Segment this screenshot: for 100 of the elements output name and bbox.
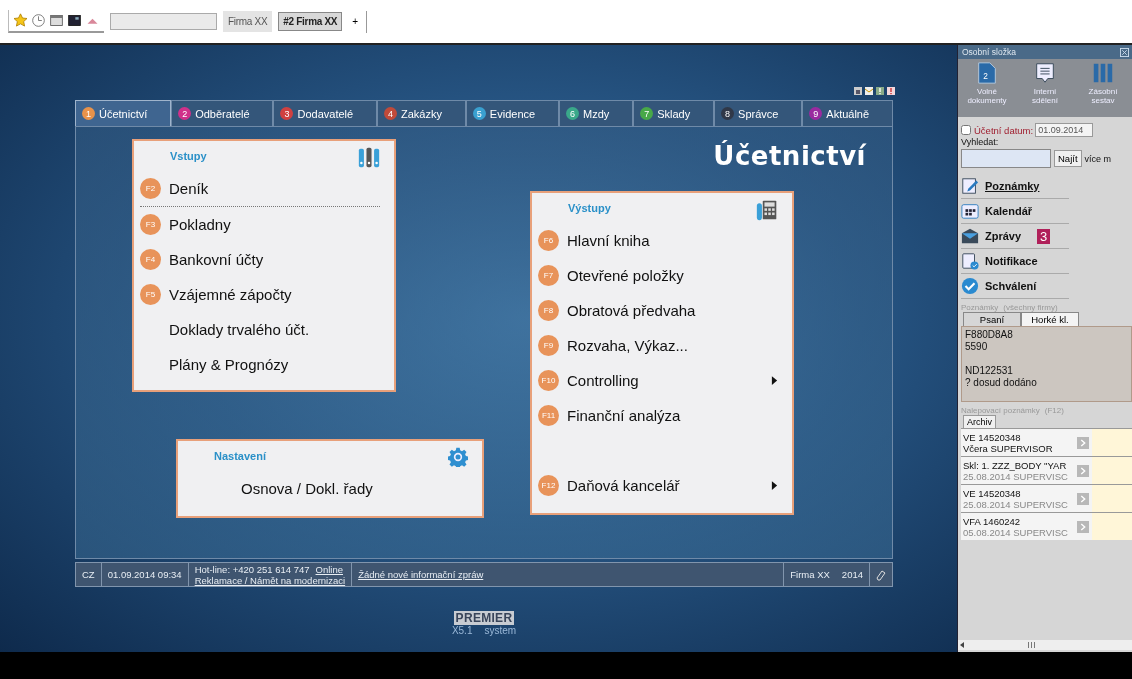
menu-item[interactable]: Deník xyxy=(169,180,380,197)
panel-link[interactable]: Zprávy xyxy=(985,230,1022,242)
notes-text[interactable]: F880D8A8 5590 ND122531 ? dosud dodáno xyxy=(961,326,1132,402)
panel-link[interactable]: Poznámky xyxy=(985,180,1040,192)
scrollbar[interactable] xyxy=(958,640,1132,650)
menu-item[interactable]: Doklady trvalého účt. xyxy=(169,321,380,338)
module-tab[interactable]: 3 Dodavatelé xyxy=(273,100,377,126)
note-color-area xyxy=(1092,457,1132,484)
tab-label: Odběratelé xyxy=(195,107,250,120)
note-meta: Včera SUPERVISOR xyxy=(963,442,1054,454)
hotkey-badge: F12 xyxy=(538,475,559,496)
note-meta: 25.08.2014 SUPERVISC xyxy=(963,498,1069,510)
online-link[interactable]: Online xyxy=(315,563,343,575)
note-title: Skl: 1. ZZZ_BODY "YAR xyxy=(963,459,1068,471)
lock-icon[interactable] xyxy=(853,86,863,96)
note-color-area xyxy=(1092,485,1132,512)
gear-icon xyxy=(448,447,468,467)
menu-item[interactable]: Bankovní účty xyxy=(169,251,380,268)
number-badge: 5 xyxy=(472,107,486,120)
number-badge: 8 xyxy=(721,107,735,120)
note-title: VFA 1460242 xyxy=(963,515,1022,527)
module-tab[interactable]: 9 Aktuálně xyxy=(802,100,893,126)
number-badge: 2 xyxy=(178,107,192,120)
count-badge: 3 xyxy=(1037,228,1051,244)
menu-item[interactable]: Otevřené položky xyxy=(567,267,778,284)
eraser-icon[interactable] xyxy=(875,568,887,581)
search-field[interactable] xyxy=(110,13,217,30)
menu-item[interactable]: Finanční analýza xyxy=(567,407,778,424)
envelope-icon[interactable] xyxy=(864,86,874,96)
date-checkbox[interactable] xyxy=(961,125,971,135)
company-name: Firma XX xyxy=(789,568,831,582)
menu-item[interactable]: Obratová předvaha xyxy=(567,302,778,319)
module-tab[interactable]: 1 Účetnictví xyxy=(75,100,172,126)
search-field[interactable] xyxy=(961,149,1051,168)
notes-tab[interactable]: Horké kl. xyxy=(1021,312,1079,326)
logo-version: X5.1 xyxy=(451,625,473,636)
find-button[interactable]: Najít xyxy=(1054,150,1082,167)
company-tab[interactable]: #2 Firma XX xyxy=(278,12,343,31)
logo-brand: PREMIER xyxy=(453,611,515,625)
binders-icon xyxy=(358,147,380,169)
date-field[interactable]: 01.09.2014 xyxy=(1035,123,1094,137)
menu-item[interactable]: Vzájemné zápočty xyxy=(169,286,380,303)
company-tab[interactable]: Firma XX xyxy=(223,11,273,32)
speech-bubble-icon xyxy=(1034,61,1056,85)
close-icon[interactable] xyxy=(1120,47,1129,57)
module-title: Účetnictví xyxy=(713,141,866,171)
notes-tab[interactable]: Psaní xyxy=(963,312,1021,326)
shortcut-button[interactable]: 2 Volné dokumenty xyxy=(958,59,1016,117)
module-tab[interactable]: 4 Zakázky xyxy=(377,100,466,126)
clock-icon[interactable] xyxy=(31,13,46,28)
number-badge: 6 xyxy=(566,107,579,120)
panel-link[interactable]: Notifikace xyxy=(985,255,1038,267)
card-title: Nastavení xyxy=(214,450,266,462)
tab-label: Sklady xyxy=(657,107,691,120)
document-icon: 2 xyxy=(976,61,998,85)
note-title: VE 14520348 xyxy=(963,487,1022,499)
clipboard-check-icon xyxy=(961,252,979,270)
module-tab[interactable]: 5 Evidence xyxy=(465,100,559,126)
more-link[interactable]: více m xyxy=(1084,153,1112,164)
tab-label: Mzdy xyxy=(583,107,610,120)
archive-tab[interactable]: Archiv xyxy=(963,415,996,428)
star-icon[interactable] xyxy=(13,13,28,28)
module-tab[interactable]: 7 Sklady xyxy=(633,100,715,126)
module-tab[interactable]: 2 Odběratelé xyxy=(171,100,274,126)
hotkey-badge: F5 xyxy=(140,284,161,305)
feedback-link[interactable]: Reklamace / Námět na modernizaci xyxy=(194,574,346,586)
alert-icon[interactable] xyxy=(875,86,885,96)
menu-item[interactable]: Controlling xyxy=(567,372,763,389)
panel-title: Osobní složka xyxy=(962,47,1016,57)
warning-icon[interactable] xyxy=(886,86,896,96)
add-tab-button[interactable]: + xyxy=(350,10,368,33)
module-tab[interactable]: 8 Správce xyxy=(714,100,803,126)
date-time: 01.09.2014 09:34 xyxy=(101,563,189,586)
dark-window-icon[interactable] xyxy=(67,13,82,28)
hotkey-badge: F8 xyxy=(538,300,559,321)
menu-item[interactable]: Osnova / Dokl. řady xyxy=(241,480,468,497)
tab-label: Dodavatelé xyxy=(297,107,354,120)
hotkey-badge: F10 xyxy=(538,370,559,391)
scroll-left-icon[interactable] xyxy=(958,641,966,649)
search-label: Vyhledat: xyxy=(961,137,1000,147)
menu-item[interactable]: Pokladny xyxy=(169,216,380,233)
menu-item[interactable]: Plány & Prognózy xyxy=(169,356,380,373)
number-badge: 1 xyxy=(82,107,95,120)
panel-link[interactable]: Kalendář xyxy=(985,205,1033,217)
menu-item[interactable]: Daňová kancelář xyxy=(567,477,763,494)
year: 2014 xyxy=(835,563,870,586)
card-title: Vstupy xyxy=(170,150,207,162)
panel-link[interactable]: Schválení xyxy=(985,280,1037,292)
number-badge: 9 xyxy=(809,107,823,120)
window-icon[interactable] xyxy=(49,13,64,28)
module-tab[interactable]: 6 Mzdy xyxy=(559,100,634,126)
info-link[interactable]: Žádné nové informační zpráw xyxy=(358,569,484,580)
hotkey-badge: F11 xyxy=(538,405,559,426)
menu-item[interactable]: Hlavní kniha xyxy=(567,232,778,249)
number-badge: 4 xyxy=(384,107,397,120)
tab-label: Evidence xyxy=(489,107,536,120)
date-label: Účetní datum: xyxy=(974,124,1034,136)
card-title: Výstupy xyxy=(568,202,611,214)
tab-label: Aktuálně xyxy=(826,107,870,120)
menu-item[interactable]: Rozvaha, Výkaz... xyxy=(567,337,778,354)
